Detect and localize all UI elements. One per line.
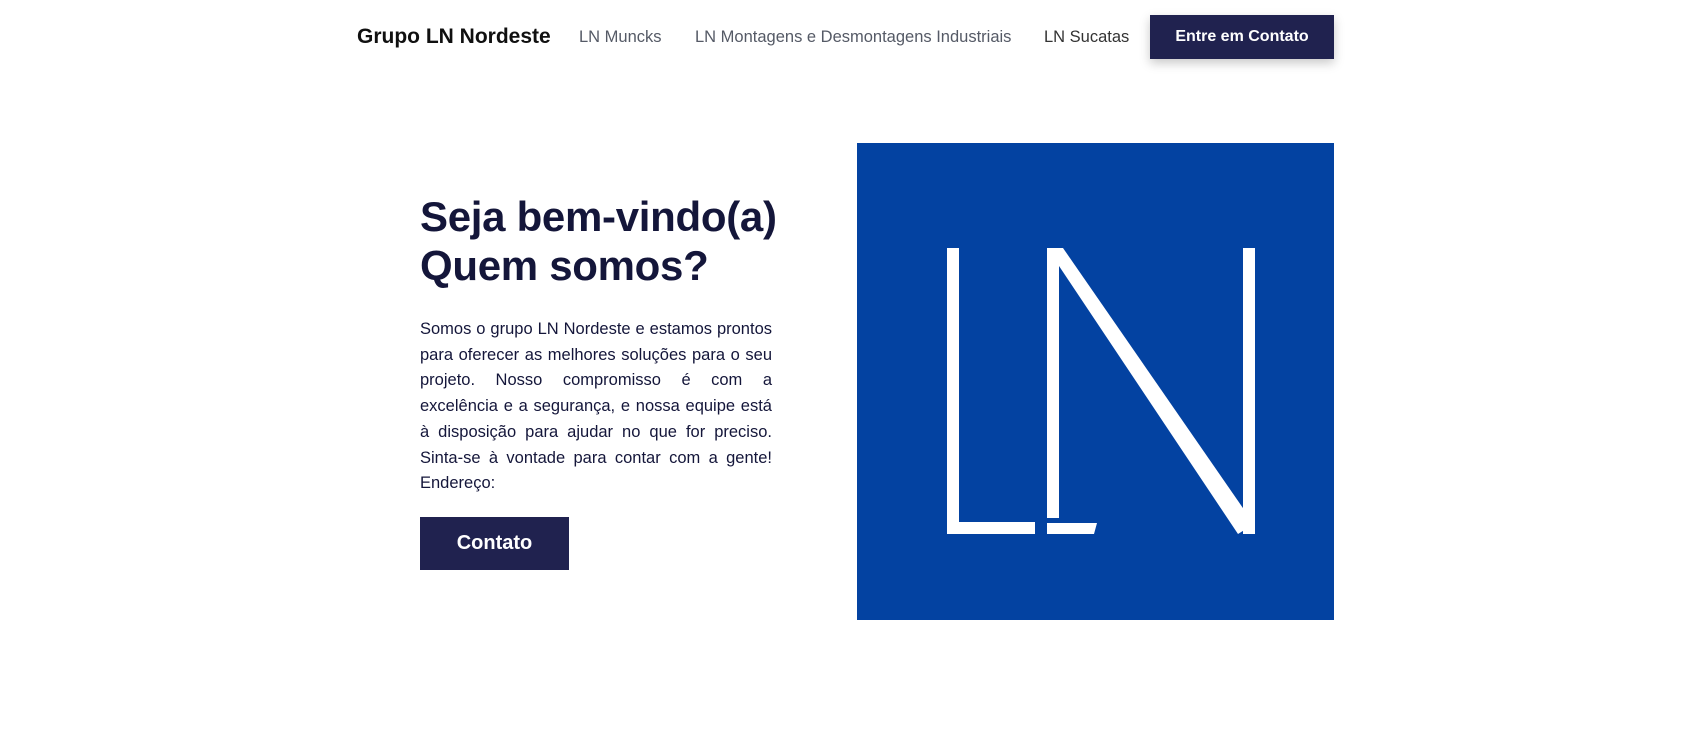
nav-link-ln-sucatas[interactable]: LN Sucatas bbox=[1044, 27, 1129, 47]
hero-title: Seja bem-vindo(a) Quem somos? bbox=[420, 192, 777, 290]
hero-description: Somos o grupo LN Nordeste e estamos pron… bbox=[420, 320, 772, 493]
hero-title-line-1: Seja bem-vindo(a) bbox=[420, 193, 777, 240]
logo-l-foot bbox=[947, 522, 1035, 534]
hero-text-section: Seja bem-vindo(a) Quem somos? Somos o gr… bbox=[420, 192, 777, 497]
navbar: Grupo LN Nordeste LN Muncks LN Montagens… bbox=[0, 0, 1688, 74]
hero-title-line-2: Quem somos? bbox=[420, 242, 709, 289]
logo-dot bbox=[1047, 523, 1097, 534]
logo-n-left-stem bbox=[1047, 248, 1059, 518]
logo-l-stem bbox=[947, 248, 959, 534]
logo-n-diagonal bbox=[1047, 248, 1254, 534]
logo-n-right-stem bbox=[1243, 248, 1255, 534]
ln-logo-graphic bbox=[947, 248, 1255, 534]
contact-button[interactable]: Contato bbox=[420, 517, 569, 570]
nav-link-ln-montagens[interactable]: LN Montagens e Desmontagens Industriais bbox=[695, 27, 1011, 47]
contact-cta-button[interactable]: Entre em Contato bbox=[1150, 15, 1334, 59]
ln-logo-image bbox=[857, 143, 1334, 620]
page: Grupo LN Nordeste LN Muncks LN Montagens… bbox=[0, 0, 1688, 732]
brand-logo-link[interactable]: Grupo LN Nordeste bbox=[357, 24, 551, 50]
ln-logo-letters bbox=[947, 248, 1255, 534]
nav-link-ln-muncks[interactable]: LN Muncks bbox=[579, 27, 662, 47]
